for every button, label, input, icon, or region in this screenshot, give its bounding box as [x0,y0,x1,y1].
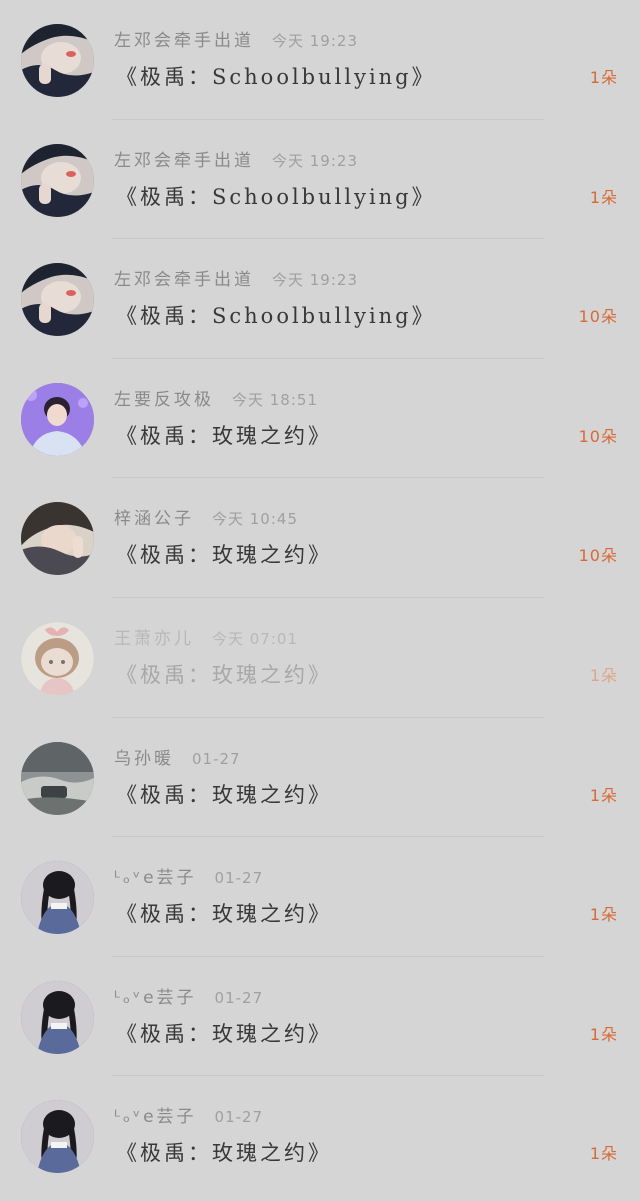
avatar[interactable] [21,24,94,97]
item-meta: 乌孙暖 01-27 [114,746,241,772]
username[interactable]: ᴸₒᵛe芸子 [114,1107,197,1127]
flower-count: 1朵 [589,1024,618,1044]
item-meta: ᴸₒᵛe芸子 01-27 [114,1104,263,1130]
avatar[interactable] [21,502,94,576]
avatar[interactable] [21,143,94,217]
username[interactable]: ᴸₒᵛe芸子 [114,868,197,888]
avatar[interactable] [21,263,94,337]
list-item[interactable]: 乌孙暖 01-27 《极禹：玫瑰之约》 1朵 [0,718,640,838]
flower-count: 1朵 [589,785,618,805]
username[interactable]: 左邓会牵手出道 [114,31,254,51]
list-item[interactable]: ᴸₒᵛe芸子 01-27 《极禹：玫瑰之约》 1朵 [0,1076,640,1196]
flower-count: 1朵 [589,905,618,925]
flower-count: 1朵 [589,1144,618,1164]
item-meta: 左邓会牵手出道 今天 19:23 [114,267,358,293]
flower-count: 1朵 [589,68,618,87]
work-title[interactable]: 《极禹：Schoolbullying》 [116,60,436,94]
list-item[interactable]: 左邓会牵手出道 今天 19:23 《极禹：Schoolbullying》 1朵 [0,120,640,240]
list-item[interactable]: 左要反攻极 今天 18:51 《极禹：玫瑰之约》 10朵 [0,359,640,479]
timestamp: 01-27 [192,749,241,768]
list-item[interactable]: ᴸₒᵛe芸子 01-27 《极禹：玫瑰之约》 1朵 [0,837,640,957]
flower-count: 1朵 [589,666,618,685]
item-meta: 左要反攻极 今天 18:51 [114,387,318,413]
flower-count: 10朵 [578,426,618,446]
item-meta: 左邓会牵手出道 今天 19:23 [114,148,358,174]
list-item[interactable]: 左邓会牵手出道 今天 19:23 《极禹：Schoolbullying》 10朵 [0,239,640,359]
list-item[interactable]: 王萧亦儿 今天 07:01 《极禹：玫瑰之约》 1朵 [0,598,640,718]
avatar[interactable] [21,980,94,1054]
username[interactable]: 梓涵公子 [114,509,194,529]
flower-count: 1朵 [589,187,618,207]
avatar[interactable] [21,861,94,935]
timestamp: 今天 19:23 [272,151,358,170]
item-meta: 左邓会牵手出道 今天 19:23 [114,28,358,54]
timestamp: 01-27 [214,869,264,888]
username[interactable]: 左要反攻极 [114,390,214,410]
avatar[interactable] [21,741,94,815]
gift-record-list: 左邓会牵手出道 今天 19:23 《极禹：Schoolbullying》 1朵 左… [0,0,640,1201]
work-title[interactable]: 《极禹：Schoolbullying》 [116,299,436,333]
timestamp: 今天 18:51 [232,390,318,409]
work-title[interactable]: 《极禹：Schoolbullying》 [116,180,436,214]
username[interactable]: 左邓会牵手出道 [114,151,254,171]
work-title[interactable]: 《极禹：玫瑰之约》 [116,1017,332,1051]
avatar[interactable] [21,1100,94,1174]
username[interactable]: 王萧亦儿 [114,629,194,649]
username[interactable]: 乌孙暖 [114,749,174,769]
timestamp: 01-27 [214,988,264,1007]
flower-count: 10朵 [578,307,618,327]
work-title[interactable]: 《极禹：玫瑰之约》 [116,658,332,692]
work-title[interactable]: 《极禹：玫瑰之约》 [116,419,332,453]
item-meta: 王萧亦儿 今天 07:01 [114,626,298,652]
work-title[interactable]: 《极禹：玫瑰之约》 [116,897,332,931]
list-item[interactable]: 梓涵公子 今天 10:45 《极禹：玫瑰之约》 10朵 [0,478,640,598]
timestamp: 今天 19:23 [272,271,358,290]
work-title[interactable]: 《极禹：玫瑰之约》 [116,1136,332,1170]
list-item[interactable]: 左邓会牵手出道 今天 19:23 《极禹：Schoolbullying》 1朵 [0,0,640,120]
item-meta: 梓涵公子 今天 10:45 [114,506,298,532]
timestamp: 今天 19:23 [272,32,358,50]
avatar[interactable] [21,622,94,695]
timestamp: 01-27 [214,1108,264,1127]
flower-count: 10朵 [578,546,618,566]
timestamp: 今天 10:45 [212,510,298,529]
list-item[interactable]: ᴸₒᵛe芸子 01-27 《极禹：玫瑰之约》 1朵 [0,957,640,1077]
item-meta: ᴸₒᵛe芸子 01-27 [114,865,263,891]
work-title[interactable]: 《极禹：玫瑰之约》 [116,778,332,812]
timestamp: 今天 07:01 [212,630,298,648]
username[interactable]: ᴸₒᵛe芸子 [114,988,197,1008]
work-title[interactable]: 《极禹：玫瑰之约》 [116,538,332,572]
avatar[interactable] [21,382,94,456]
item-meta: ᴸₒᵛe芸子 01-27 [114,985,263,1011]
username[interactable]: 左邓会牵手出道 [114,270,254,290]
